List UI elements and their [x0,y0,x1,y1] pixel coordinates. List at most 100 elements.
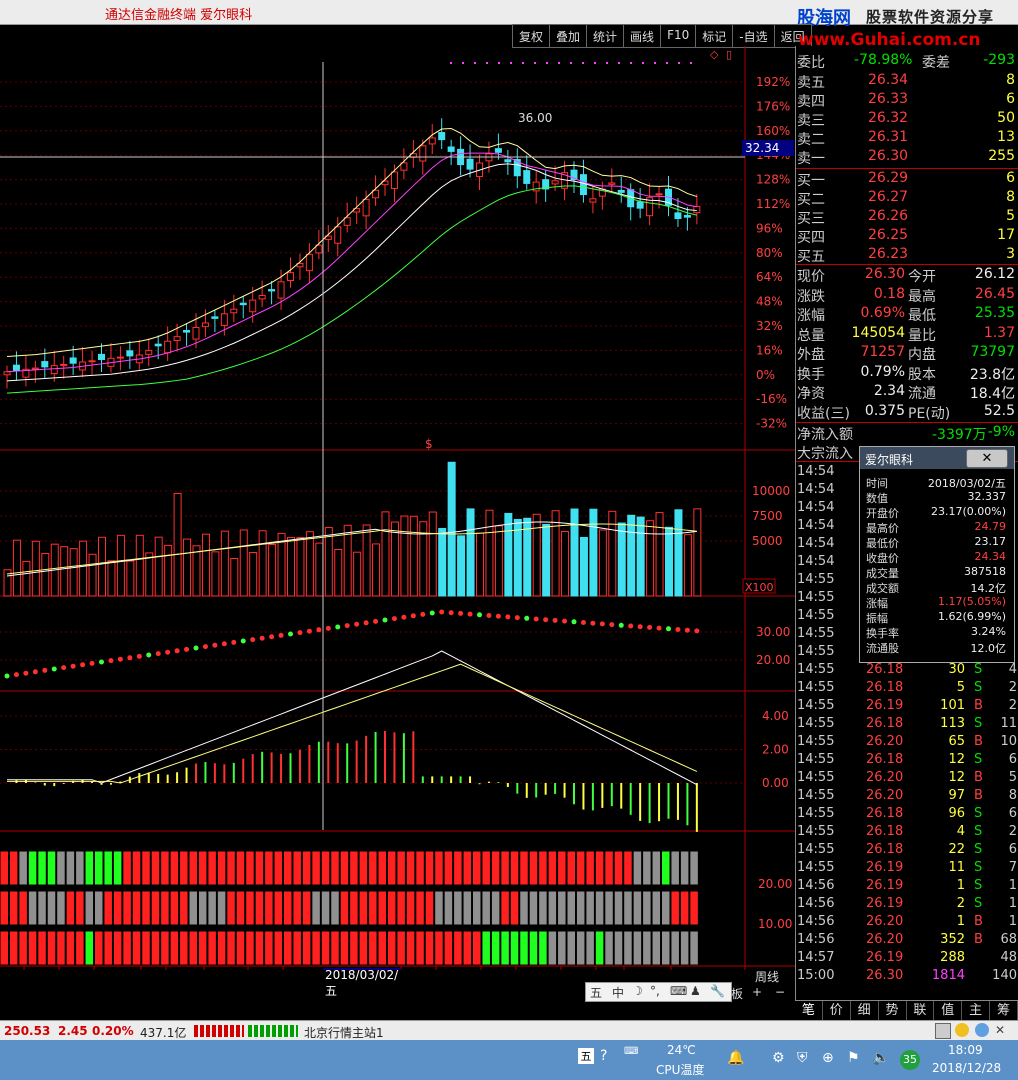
ask-row[interactable]: 卖五 26.34 8 [796,72,1018,91]
bid-row[interactable]: 买二 26.27 8 [796,189,1018,208]
bid-row[interactable]: 买一 26.29 6 [796,170,1018,189]
indicator-block [613,850,624,886]
zoom-in-button[interactable]: + [752,985,762,999]
tick-time: 14:55 [797,698,835,713]
ime-user-icon[interactable]: ♟ [690,984,701,998]
tab-price[interactable]: 价 [823,1001,851,1021]
taskbar-speaker-icon[interactable]: 🔈 [872,1050,889,1066]
zoom-out-button[interactable]: − [775,985,785,999]
indicator-block [235,930,246,966]
volume-bar [239,529,248,597]
indicator-dot [505,614,511,620]
tab-chips[interactable]: 筹 [990,1001,1018,1021]
indicator-dot [316,627,322,633]
tick-price: 26.18 [866,752,904,767]
ime-wubi-icon[interactable]: 五 [590,984,602,1001]
indicator-dot [656,625,662,631]
taskbar-ime-icon[interactable]: 五 [578,1048,594,1064]
ask-row[interactable]: 卖二 26.31 13 [796,129,1018,148]
tick-row: 14:55 26.18 96 S 6 [796,806,1018,825]
ime-punct-icon[interactable]: °, [650,984,660,998]
volume-bar [324,527,333,597]
popup-key: 振幅 [866,612,888,625]
status-window-icon[interactable] [935,1023,951,1039]
status-tools-icon[interactable]: ✕ [995,1023,1009,1037]
indicator-block [179,850,189,886]
toolbar-fuquan-button[interactable]: 复权 [513,25,551,47]
ime-keyboard-icon[interactable]: ⌨ [670,984,687,998]
indicator-block [424,890,435,926]
price-axis-label: 112% [756,197,790,211]
tab-main[interactable]: 主 [962,1001,991,1021]
volume-bar [69,548,78,597]
period-label[interactable]: 周线 [755,968,779,985]
kline-chart[interactable]: 192%176%160%144%128%112%96%80%64%48%32%1… [0,46,795,986]
tab-trend[interactable]: 势 [879,1001,907,1021]
tab-detail[interactable]: 细 [851,1001,879,1021]
volume-bar [636,516,645,597]
indicator-block [112,850,123,886]
toolbar-mark-button[interactable]: 标记 [696,25,734,47]
taskbar-bell-icon[interactable]: 🔔 [727,1050,744,1066]
indicator-block [273,890,284,926]
tab-trades[interactable]: 笔 [795,1001,823,1021]
bid-row[interactable]: 买三 26.26 5 [796,208,1018,227]
ask-row[interactable]: 卖四 26.33 6 [796,91,1018,110]
tick-count: 6 [1008,752,1017,767]
indicator-block [330,850,340,886]
date-axis-label: 8 [63,969,71,970]
volume-bar [428,511,437,597]
indicator-block [320,890,331,926]
kline-chart-svg[interactable]: 192%176%160%144%128%112%96%80%64%48%32%1… [0,46,795,986]
status-lock-icon[interactable] [955,1023,969,1037]
taskbar-flag-icon[interactable]: ⚑ [847,1050,860,1066]
candle-body [617,189,625,193]
popup-header[interactable]: 爱尔眼科 ✕ [860,447,1014,469]
indicator-block [254,890,265,926]
indicator-dot [89,660,95,666]
volume-bar [135,534,144,597]
status-user-icon[interactable] [975,1023,989,1037]
taskbar-keyboard-icon[interactable]: ⌨ [624,1046,638,1057]
ime-chinese-icon[interactable]: 中 [612,984,624,1001]
toolbar-stats-button[interactable]: 统计 [587,25,625,47]
date-axis-label: 7 [28,969,36,970]
indicator-dot [80,662,86,668]
toolbar-draw-button[interactable]: 画线 [624,25,662,47]
bid-row[interactable]: 买四 26.25 17 [796,227,1018,246]
candle-body [551,180,559,185]
toolbar-f10-button[interactable]: F10 [661,25,697,47]
ime-toolbar[interactable]: 五 中 ☽ °, ⌨ ♟ 🔧 [585,982,732,1002]
indicator-block [112,890,123,926]
taskbar-cpu-label: CPU温度 [656,1063,705,1077]
candle-body [438,132,446,141]
ask-row[interactable]: 卖三 26.32 50 [796,110,1018,129]
bar-info-popup[interactable]: 爱尔眼科 ✕ 时间 2018/03/02/五 数值 32.337 开盘价 23.17(0.… [859,446,1015,663]
ime-moon-icon[interactable]: ☽ [632,984,643,998]
tab-value[interactable]: 值 [934,1001,963,1021]
popup-row: 换手率 3.24% [860,625,1010,640]
status-server[interactable]: 北京行情主站1 [304,1024,384,1041]
watermark-url: www.Guhai.com.cn [798,30,981,50]
taskbar-network-icon[interactable]: ⚙ [772,1050,785,1066]
board-label[interactable]: 板 [731,985,743,1002]
macd-dea [7,663,698,784]
taskbar-badge[interactable]: 35 [900,1050,920,1070]
popup-close-button[interactable]: ✕ [966,449,1008,468]
ask-row[interactable]: 卖一 26.30 255 [796,148,1018,167]
indicator-block [235,890,246,926]
ime-wrench-icon[interactable]: 🔧 [710,984,725,998]
bid-row[interactable]: 买五 26.23 3 [796,246,1018,265]
stat-value-2: 73797 [970,344,1015,360]
volume-bar [60,546,69,597]
indicator-block [415,890,425,926]
indicator-dot [486,613,492,618]
toolbar-overlay-button[interactable]: 叠加 [550,25,588,47]
taskbar-help-icon[interactable]: ? [600,1048,607,1064]
toolbar-watchlist-button[interactable]: -自选 [733,25,775,47]
taskbar-plus-icon[interactable]: ⊕ [822,1050,834,1066]
tab-link[interactable]: 联 [907,1001,935,1021]
taskbar-shield-icon[interactable]: ⛨ [797,1050,808,1066]
indicator-block [575,890,586,926]
indicator-dot [212,642,218,648]
